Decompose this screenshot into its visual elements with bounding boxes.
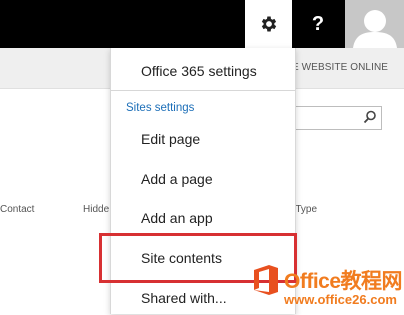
avatar[interactable] xyxy=(345,0,404,48)
subbar-link[interactable]: E WEBSITE ONLINE xyxy=(292,62,388,73)
menu-item-label: Add a page xyxy=(141,171,213,187)
menu-section-sites-settings[interactable]: Sites settings xyxy=(126,102,194,114)
menu-divider xyxy=(111,90,295,91)
office-logo-icon xyxy=(254,265,278,295)
watermark-title: Office教程网 xyxy=(284,270,403,293)
column-header-hidden: Hidde xyxy=(83,204,110,215)
menu-item-label: Add an app xyxy=(141,210,213,226)
help-icon: ? xyxy=(311,12,325,35)
menu-item-add-page[interactable]: Add a page xyxy=(111,162,295,196)
menu-item-edit-page[interactable]: Edit page xyxy=(111,122,295,156)
column-header-contact: Contact xyxy=(0,204,35,215)
menu-item-label: Shared with... xyxy=(141,290,227,306)
avatar-icon xyxy=(352,10,397,48)
menu-item-label: Edit page xyxy=(141,131,201,147)
menu-item-office365-settings[interactable]: Office 365 settings xyxy=(111,54,295,88)
help-button[interactable]: ? xyxy=(292,0,344,48)
menu-item-add-app[interactable]: Add an app xyxy=(111,201,295,235)
search-icon[interactable] xyxy=(363,110,377,124)
settings-button[interactable] xyxy=(245,0,292,48)
watermark-url: www.office26.com xyxy=(284,292,397,307)
watermark: Office教程网 www.office26.com xyxy=(251,262,403,312)
search-input[interactable] xyxy=(294,106,382,130)
menu-item-label: Office 365 settings xyxy=(141,63,257,79)
gear-icon xyxy=(261,16,276,32)
